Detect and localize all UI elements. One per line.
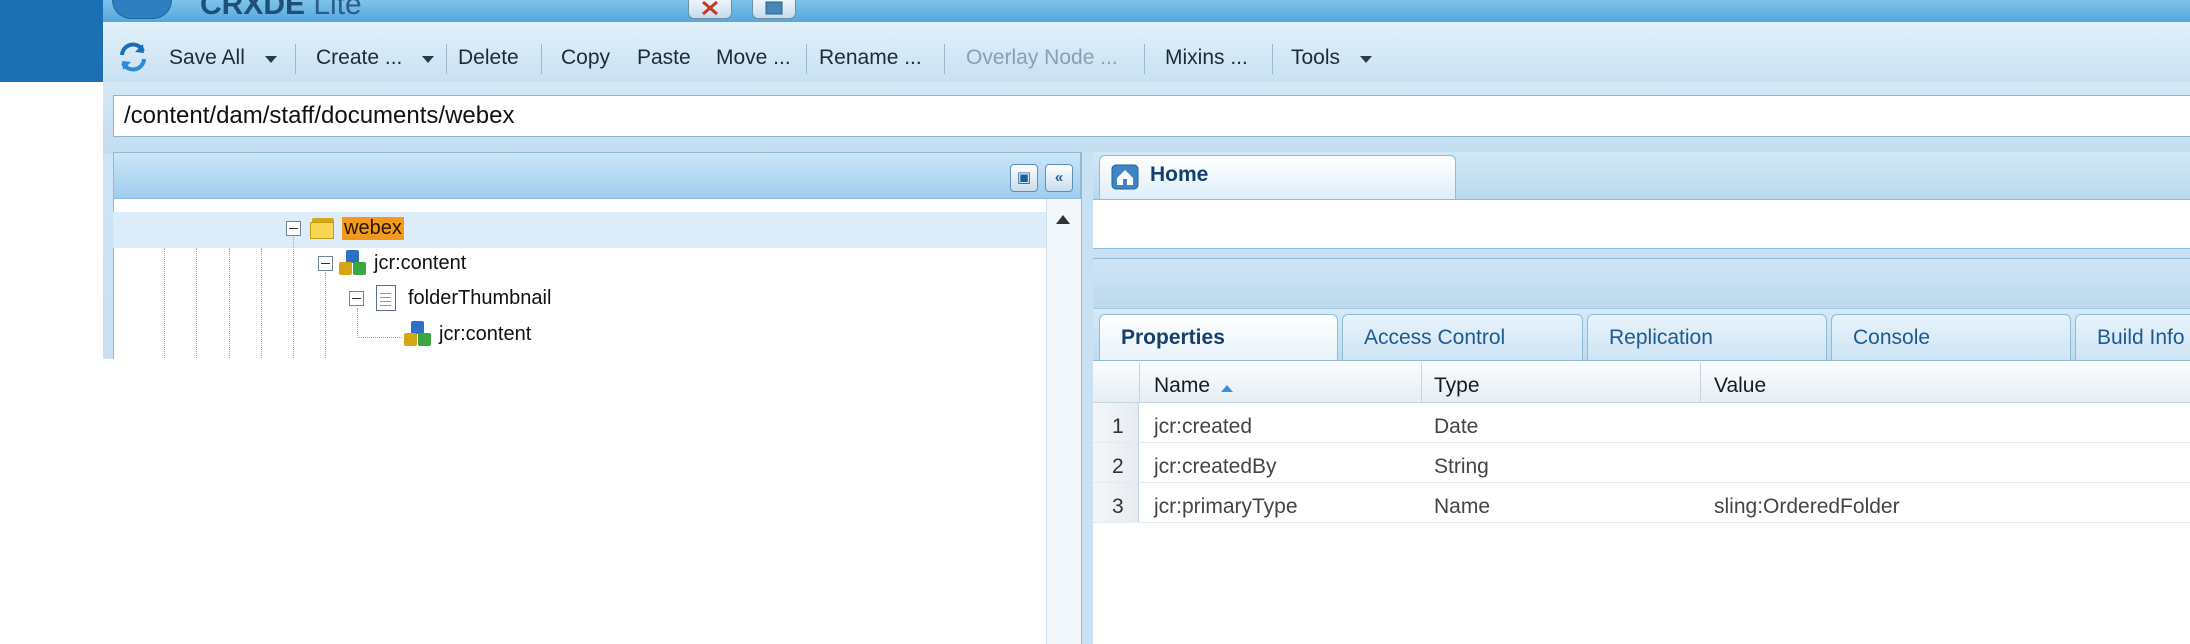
tree-node-label[interactable]: webex xyxy=(342,217,404,240)
cell-type[interactable]: String xyxy=(1434,455,1489,479)
package-tool-icon[interactable] xyxy=(752,0,796,19)
column-header-type[interactable]: Type xyxy=(1434,374,1480,398)
delete-button[interactable]: Delete xyxy=(458,46,519,70)
tree-guide xyxy=(325,272,326,358)
tree-node-label[interactable]: jcr:content xyxy=(439,323,531,346)
tree-row-selected[interactable] xyxy=(113,212,1046,248)
tab-console[interactable]: Console xyxy=(1831,314,2071,360)
tree-empty-area xyxy=(103,359,1046,644)
folder-icon xyxy=(310,217,336,239)
tree-panel-header xyxy=(113,152,1081,199)
sort-ascending-icon[interactable] xyxy=(1221,385,1233,392)
collapse-panel-icon[interactable]: « xyxy=(1045,164,1073,192)
cell-name[interactable]: jcr:created xyxy=(1154,415,1252,439)
tab-build-info[interactable]: Build Info xyxy=(2075,314,2190,360)
app-title: CRXDE Lite xyxy=(200,0,362,22)
logo-icon xyxy=(112,0,172,19)
row-number: 2 xyxy=(1112,455,1124,478)
save-all-icon[interactable] xyxy=(116,40,150,74)
toolbar-separator xyxy=(806,44,807,74)
cell-name[interactable]: jcr:createdBy xyxy=(1154,455,1277,479)
collapse-toggle-icon[interactable] xyxy=(318,256,333,271)
cell-type[interactable]: Date xyxy=(1434,415,1478,439)
node-cube-icon xyxy=(339,250,367,278)
binoculars-icon[interactable]: ▣ xyxy=(1010,164,1038,192)
save-all-button[interactable]: Save All xyxy=(169,46,245,70)
tree-guide xyxy=(164,248,165,358)
paste-button[interactable]: Paste xyxy=(637,46,691,70)
toolbar xyxy=(103,22,2190,83)
cell-value[interactable]: sling:OrderedFolder xyxy=(1714,495,1900,519)
move-button[interactable]: Move ... xyxy=(716,46,791,70)
tree-guide xyxy=(357,337,402,338)
tree-node-label[interactable]: folderThumbnail xyxy=(408,287,551,310)
create-dropdown-icon[interactable] xyxy=(422,56,434,63)
rename-button[interactable]: Rename ... xyxy=(819,46,922,70)
tab-properties[interactable]: Properties xyxy=(1099,314,1338,360)
tree-scrollbar[interactable] xyxy=(1046,199,1082,644)
collapse-toggle-icon[interactable] xyxy=(349,291,364,306)
create-button[interactable]: Create ... xyxy=(316,46,402,70)
column-separator xyxy=(1421,363,1422,403)
cell-name[interactable]: jcr:primaryType xyxy=(1154,495,1298,519)
toolbar-separator xyxy=(541,44,542,74)
home-icon xyxy=(1111,164,1139,190)
tab-access-control[interactable]: Access Control xyxy=(1342,314,1583,360)
toolbar-separator xyxy=(944,44,945,74)
tools-dropdown-icon[interactable] xyxy=(1360,56,1372,63)
toolbar-separator xyxy=(1144,44,1145,74)
row-number: 1 xyxy=(1112,415,1124,438)
copy-button[interactable]: Copy xyxy=(561,46,610,70)
home-content xyxy=(1093,199,2190,249)
tree-guide xyxy=(196,248,197,358)
row-number: 3 xyxy=(1112,495,1124,518)
collapse-toggle-icon[interactable] xyxy=(286,221,301,236)
column-header-value[interactable]: Value xyxy=(1714,374,1766,398)
grid-header xyxy=(1093,361,2190,403)
tab-home-label[interactable]: Home xyxy=(1150,163,1208,187)
tree-node-label[interactable]: jcr:content xyxy=(374,252,466,275)
tab-replication[interactable]: Replication xyxy=(1587,314,1827,360)
toolbar-separator xyxy=(1272,44,1273,74)
tree-guide xyxy=(293,228,294,358)
tree-guide xyxy=(261,248,262,358)
app-title-sub: Lite xyxy=(313,0,362,21)
node-cube-icon xyxy=(404,321,432,349)
scroll-up-icon[interactable] xyxy=(1056,215,1070,224)
title-bar xyxy=(103,0,2190,23)
overlay-node-button[interactable]: Overlay Node ... xyxy=(966,46,1118,70)
panel-splitter[interactable] xyxy=(1093,258,2190,308)
toolbar-separator xyxy=(446,44,447,74)
tree-guide xyxy=(357,308,358,338)
mixins-button[interactable]: Mixins ... xyxy=(1165,46,1248,70)
app-title-main: CRXDE xyxy=(200,0,306,21)
path-input[interactable] xyxy=(113,95,2190,137)
tools-button[interactable]: Tools xyxy=(1291,46,1340,70)
debug-tool-icon[interactable] xyxy=(688,0,732,19)
column-separator xyxy=(1700,363,1701,403)
tree-guide xyxy=(229,248,230,358)
left-accent-strip xyxy=(0,0,103,82)
cell-type[interactable]: Name xyxy=(1434,495,1490,519)
toolbar-separator xyxy=(295,44,296,74)
save-all-dropdown-icon[interactable] xyxy=(265,56,277,63)
document-icon xyxy=(376,285,396,311)
column-separator xyxy=(1139,363,1140,403)
column-header-name[interactable]: Name xyxy=(1154,374,1210,398)
table-row[interactable] xyxy=(1093,403,2190,443)
